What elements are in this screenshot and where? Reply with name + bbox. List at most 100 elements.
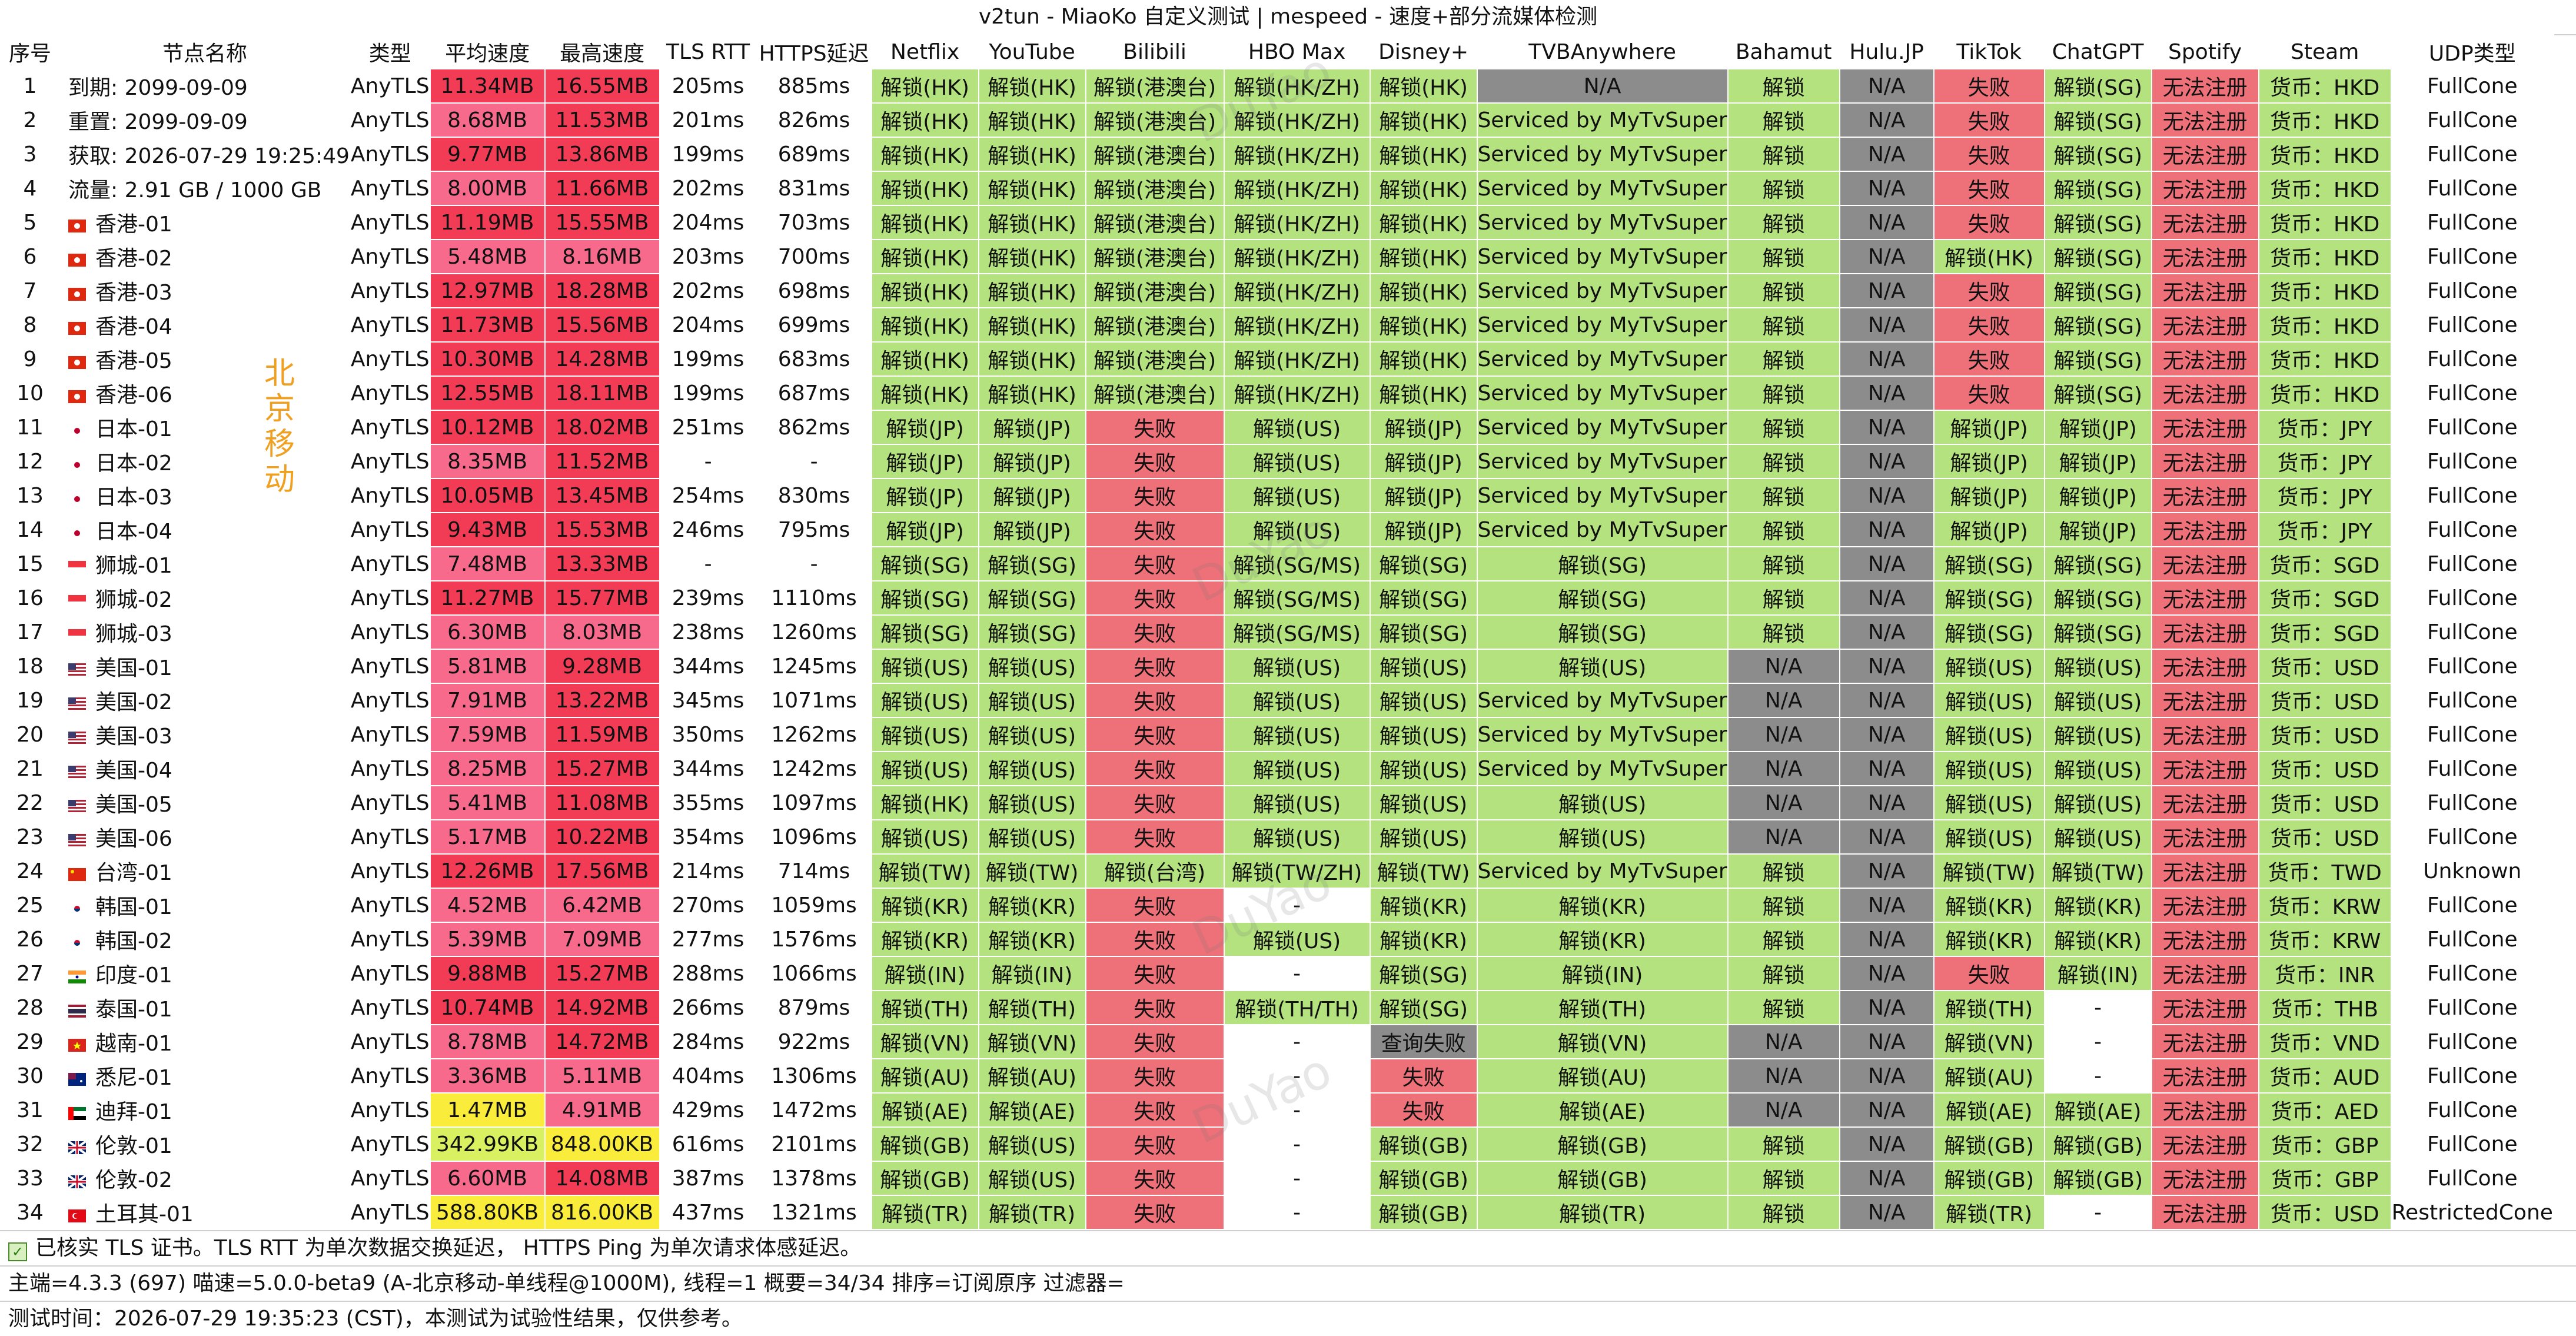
tiktok-cell: 解锁(HK) bbox=[1933, 239, 2045, 274]
no-cell: 27 bbox=[0, 956, 60, 991]
no-cell: 12 bbox=[0, 444, 60, 479]
node-name-cell: 美国-04 bbox=[59, 751, 351, 786]
chatgpt-cell: 解锁(SG) bbox=[2043, 273, 2152, 308]
tls-cell: 404ms bbox=[659, 1058, 757, 1094]
max-cell: 848.00KB bbox=[544, 1126, 660, 1162]
spotify-cell: 无法注册 bbox=[2150, 137, 2259, 172]
tls-cell: 284ms bbox=[659, 1024, 757, 1059]
tvb-cell: Serviced by MyTvSuper bbox=[1476, 205, 1729, 240]
no-cell: 31 bbox=[0, 1092, 60, 1128]
bahamut-cell: 解锁 bbox=[1727, 1161, 1840, 1196]
https-cell: 683ms bbox=[756, 341, 872, 377]
tiktok-cell: 解锁(KR) bbox=[1933, 888, 2045, 923]
bahamut-cell: N/A bbox=[1727, 751, 1840, 786]
chatgpt-cell: 解锁(SG) bbox=[2043, 546, 2152, 581]
spotify-cell: 无法注册 bbox=[2150, 239, 2259, 274]
max-cell: 14.92MB bbox=[544, 990, 660, 1025]
tvb-cell: 解锁(SG) bbox=[1476, 546, 1729, 581]
steam-cell: 货币：JPY bbox=[2258, 478, 2392, 513]
avg-cell: 10.05MB bbox=[429, 478, 546, 513]
node-name-cell: 美国-01 bbox=[59, 649, 351, 684]
node-name: 伦敦-01 bbox=[95, 1134, 172, 1158]
max-cell: 6.42MB bbox=[544, 888, 660, 923]
tls-cell: 270ms bbox=[659, 888, 757, 923]
youtube-cell: 解锁(SG) bbox=[978, 580, 1086, 616]
hulu-cell: N/A bbox=[1839, 1195, 1935, 1230]
flag-icon bbox=[68, 827, 95, 851]
youtube-cell: 解锁(US) bbox=[978, 649, 1086, 684]
type-cell: AnyTLS bbox=[349, 717, 431, 752]
column-header: UDP类型 bbox=[2390, 34, 2554, 69]
column-header: TVBAnywhere bbox=[1476, 34, 1729, 69]
spotify-cell: 无法注册 bbox=[2150, 410, 2259, 445]
no-cell: 2 bbox=[0, 102, 60, 138]
spotify-cell: 无法注册 bbox=[2150, 751, 2259, 786]
chatgpt-cell: 解锁(SG) bbox=[2043, 171, 2152, 206]
tiktok-cell: 解锁(US) bbox=[1933, 785, 2045, 820]
node-name: 韩国-01 bbox=[95, 895, 172, 919]
hulu-cell: N/A bbox=[1839, 375, 1935, 411]
udp-cell: FullCone bbox=[2390, 922, 2554, 957]
disney-cell: 解锁(KR) bbox=[1369, 922, 1478, 957]
bahamut-cell: N/A bbox=[1727, 717, 1840, 752]
type-cell: AnyTLS bbox=[349, 546, 431, 581]
youtube-cell: 解锁(SG) bbox=[978, 614, 1086, 650]
bilibili-cell: 失败 bbox=[1085, 683, 1225, 718]
type-cell: AnyTLS bbox=[349, 273, 431, 308]
type-cell: AnyTLS bbox=[349, 853, 431, 889]
udp-cell: FullCone bbox=[2390, 956, 2554, 991]
bahamut-cell: N/A bbox=[1727, 683, 1840, 718]
no-cell: 8 bbox=[0, 307, 60, 343]
disney-cell: 解锁(JP) bbox=[1369, 444, 1478, 479]
bilibili-cell: 失败 bbox=[1085, 990, 1225, 1025]
youtube-cell: 解锁(US) bbox=[978, 717, 1086, 752]
spotify-cell: 无法注册 bbox=[2150, 1126, 2259, 1162]
column-header: Spotify bbox=[2150, 34, 2259, 69]
udp-cell: FullCone bbox=[2390, 341, 2554, 377]
tls-cell: 355ms bbox=[659, 785, 757, 820]
tls-cell: 239ms bbox=[659, 580, 757, 616]
no-cell: 19 bbox=[0, 683, 60, 718]
bahamut-cell: 解锁 bbox=[1727, 137, 1840, 172]
netflix-cell: 解锁(US) bbox=[870, 683, 979, 718]
node-name-cell: 狮城-02 bbox=[59, 580, 351, 616]
spotify-cell: 无法注册 bbox=[2150, 444, 2259, 479]
steam-cell: 货币：THB bbox=[2258, 990, 2392, 1025]
node-name: 日本-04 bbox=[95, 520, 172, 544]
disney-cell: 解锁(GB) bbox=[1369, 1161, 1478, 1196]
tiktok-cell: 解锁(SG) bbox=[1933, 580, 2045, 616]
footer-line-meta: 主端=4.3.3 (697) 喵速=5.0.0-beta9 (A-北京移动-单线… bbox=[0, 1265, 2576, 1301]
node-name: 重置: 2099-09-09 bbox=[68, 110, 248, 134]
spotify-cell: 无法注册 bbox=[2150, 1092, 2259, 1128]
udp-cell: FullCone bbox=[2390, 614, 2554, 650]
table-row: 10 香港-06 AnyTLS 12.55MB 18.11MB 199ms 687ms 解锁(… bbox=[0, 375, 2554, 411]
bahamut-cell: 解锁 bbox=[1727, 888, 1840, 923]
column-header: TLS RTT bbox=[659, 34, 757, 69]
no-cell: 9 bbox=[0, 341, 60, 377]
steam-cell: 货币：USD bbox=[2258, 819, 2392, 855]
disney-cell: 解锁(JP) bbox=[1369, 410, 1478, 445]
max-cell: 16.55MB bbox=[544, 68, 660, 104]
hulu-cell: N/A bbox=[1839, 171, 1935, 206]
avg-cell: 12.55MB bbox=[429, 375, 546, 411]
youtube-cell: 解锁(US) bbox=[978, 1126, 1086, 1162]
type-cell: AnyTLS bbox=[349, 1058, 431, 1094]
type-cell: AnyTLS bbox=[349, 307, 431, 343]
spotify-cell: 无法注册 bbox=[2150, 1024, 2259, 1059]
report-title: v2tun - MiaoKo 自定义测试 | mespeed - 速度+部分流媒… bbox=[0, 0, 2576, 35]
tvb-cell: Serviced by MyTvSuper bbox=[1476, 717, 1729, 752]
netflix-cell: 解锁(US) bbox=[870, 751, 979, 786]
chatgpt-cell: 解锁(SG) bbox=[2043, 137, 2152, 172]
netflix-cell: 解锁(HK) bbox=[870, 307, 979, 343]
bilibili-cell: 失败 bbox=[1085, 956, 1225, 991]
max-cell: 11.59MB bbox=[544, 717, 660, 752]
youtube-cell: 解锁(HK) bbox=[978, 205, 1086, 240]
flag-icon bbox=[68, 1032, 95, 1056]
tiktok-cell: 失败 bbox=[1933, 375, 2045, 411]
tiktok-cell: 失败 bbox=[1933, 137, 2045, 172]
disney-cell: 解锁(HK) bbox=[1369, 171, 1478, 206]
tvb-cell: 解锁(TR) bbox=[1476, 1195, 1729, 1230]
bahamut-cell: 解锁 bbox=[1727, 171, 1840, 206]
column-header: TikTok bbox=[1933, 34, 2045, 69]
type-cell: AnyTLS bbox=[349, 239, 431, 274]
